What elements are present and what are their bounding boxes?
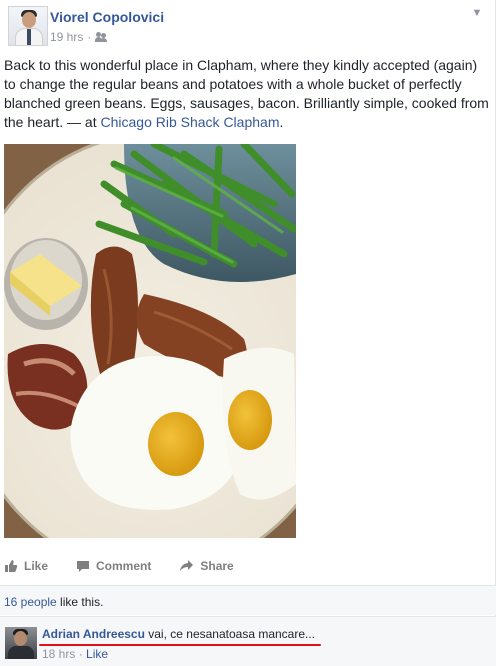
comment-icon	[77, 561, 90, 572]
author-avatar[interactable]	[8, 6, 48, 46]
post-actions: Like Comment Share	[4, 554, 484, 578]
red-underline-annotation	[39, 644, 321, 646]
post-photo[interactable]	[4, 144, 296, 538]
comment-item: Adrian Andreescu vai, ce nesanatoasa man…	[0, 616, 496, 666]
author-name[interactable]: Viorel Copolovici	[50, 9, 164, 25]
meta-separator: ·	[87, 30, 92, 44]
post-header: Viorel Copolovici 19 hrs · ▼	[4, 4, 492, 48]
likes-count-link[interactable]: 16 people	[4, 595, 57, 609]
likes-summary: 16 people like this.	[0, 585, 496, 615]
post-time[interactable]: 19 hrs	[50, 30, 83, 44]
thumbs-up-icon	[5, 560, 18, 572]
comment-body: Adrian Andreescu vai, ce nesanatoasa man…	[42, 627, 315, 641]
friends-icon[interactable]	[95, 32, 108, 42]
commenter-avatar[interactable]	[5, 627, 37, 659]
post-text: Back to this wonderful place in Clapham,…	[4, 56, 490, 132]
post-meta: 19 hrs ·	[50, 30, 108, 44]
post-text-end: .	[279, 114, 284, 130]
facebook-post: Viorel Copolovici 19 hrs · ▼ Back to thi…	[0, 0, 496, 666]
like-button[interactable]: Like	[4, 559, 48, 573]
comment-label: Comment	[96, 559, 152, 573]
comment-meta: 18 hrs · Like	[42, 647, 108, 661]
comment-time[interactable]: 18 hrs	[42, 647, 75, 661]
share-button[interactable]: Share	[179, 559, 234, 573]
share-icon	[180, 560, 194, 571]
comment-like-link[interactable]: Like	[86, 647, 108, 661]
chevron-down-icon[interactable]: ▼	[468, 6, 486, 20]
comment-button[interactable]: Comment	[76, 559, 151, 573]
likes-suffix: like this.	[56, 595, 104, 609]
share-label: Share	[200, 559, 234, 573]
like-label: Like	[24, 559, 49, 573]
comment-text: vai, ce nesanatoasa mancare...	[144, 627, 316, 641]
location-link[interactable]: Chicago Rib Shack Clapham	[101, 114, 280, 130]
commenter-name[interactable]: Adrian Andreescu	[42, 627, 145, 641]
comment-meta-separator: ·	[75, 647, 87, 661]
